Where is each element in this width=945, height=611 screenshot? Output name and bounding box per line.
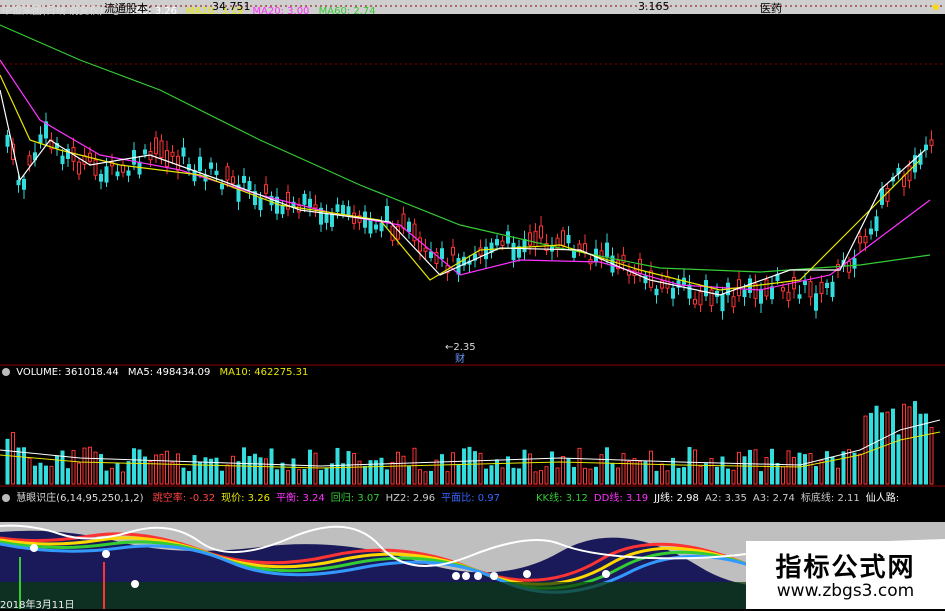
indicator-item: JJ线: 2.98	[654, 493, 699, 504]
indicator-item: 标底线: 2.11	[800, 493, 860, 504]
indicator-item: 平面比: 0.97	[441, 493, 500, 504]
watermark-url: www.zbgs3.com	[776, 581, 915, 601]
indicator-item: DD线: 3.19	[593, 493, 649, 504]
volume-value: VOLUME: 361018.44	[16, 367, 119, 378]
indicator-item: A2: 3.35	[704, 493, 747, 504]
indicator-values: 跳空率: -0.32 现价: 3.26 平衡: 3.24 回归: 3.07 HZ2: 2…	[153, 493, 905, 504]
float-shares-label: 流通股本:	[104, 2, 152, 15]
site-watermark: 指标公式网 www.zbgs3.com	[746, 541, 945, 609]
indicator-item: HZ2: 2.96	[385, 493, 436, 504]
volume-header: VOLUME: 361018.44 MA5: 498434.09 MA10: 4…	[2, 367, 314, 378]
indicator-name: 慧眼识庄(6,14,95,250,1,2)	[16, 493, 144, 504]
ma20-label: MA20: 3.00	[252, 6, 310, 17]
price-chart[interactable]: ←2.35 财	[0, 0, 945, 609]
indicator-item: 现价: 3.26	[221, 493, 270, 504]
low-price-note: 财	[455, 352, 465, 365]
indicator-header: 慧眼识庄(6,14,95,250,1,2) 跳空率: -0.32 现价: 3.26…	[2, 489, 905, 504]
indicator-item: A3: 2.74	[752, 493, 795, 504]
main-chart-header: 中恒集团(日线 前复权) MA5: 3.26 MA10: 3.19 MA20: …	[2, 2, 382, 17]
star-icon: ★	[930, 0, 941, 14]
ma60-label: MA60: 2.74	[318, 6, 376, 17]
indicator-item: KK线: 3.12	[535, 493, 588, 504]
stock-title: 中恒集团(日线 前复权)	[2, 6, 103, 17]
volume-ma5: MA5: 498434.09	[127, 367, 211, 378]
watermark-title: 指标公式网	[775, 553, 916, 583]
indicator-menu-icon[interactable]	[2, 494, 10, 502]
float-shares-value: 34.751	[212, 0, 251, 13]
indicator-item: 跳空率: -0.32	[152, 493, 216, 504]
indicator-item: 平衡: 3.24	[275, 493, 325, 504]
indicator-item: 回归: 3.07	[330, 493, 380, 504]
info-value-2: 3.165	[638, 0, 670, 13]
indicator-item: 仙人路:	[865, 493, 900, 504]
low-price-label: ←2.35	[445, 342, 476, 353]
volume-menu-icon[interactable]	[2, 368, 10, 376]
volume-ma10: MA10: 462275.31	[219, 367, 309, 378]
industry-label: 医药	[760, 2, 782, 15]
